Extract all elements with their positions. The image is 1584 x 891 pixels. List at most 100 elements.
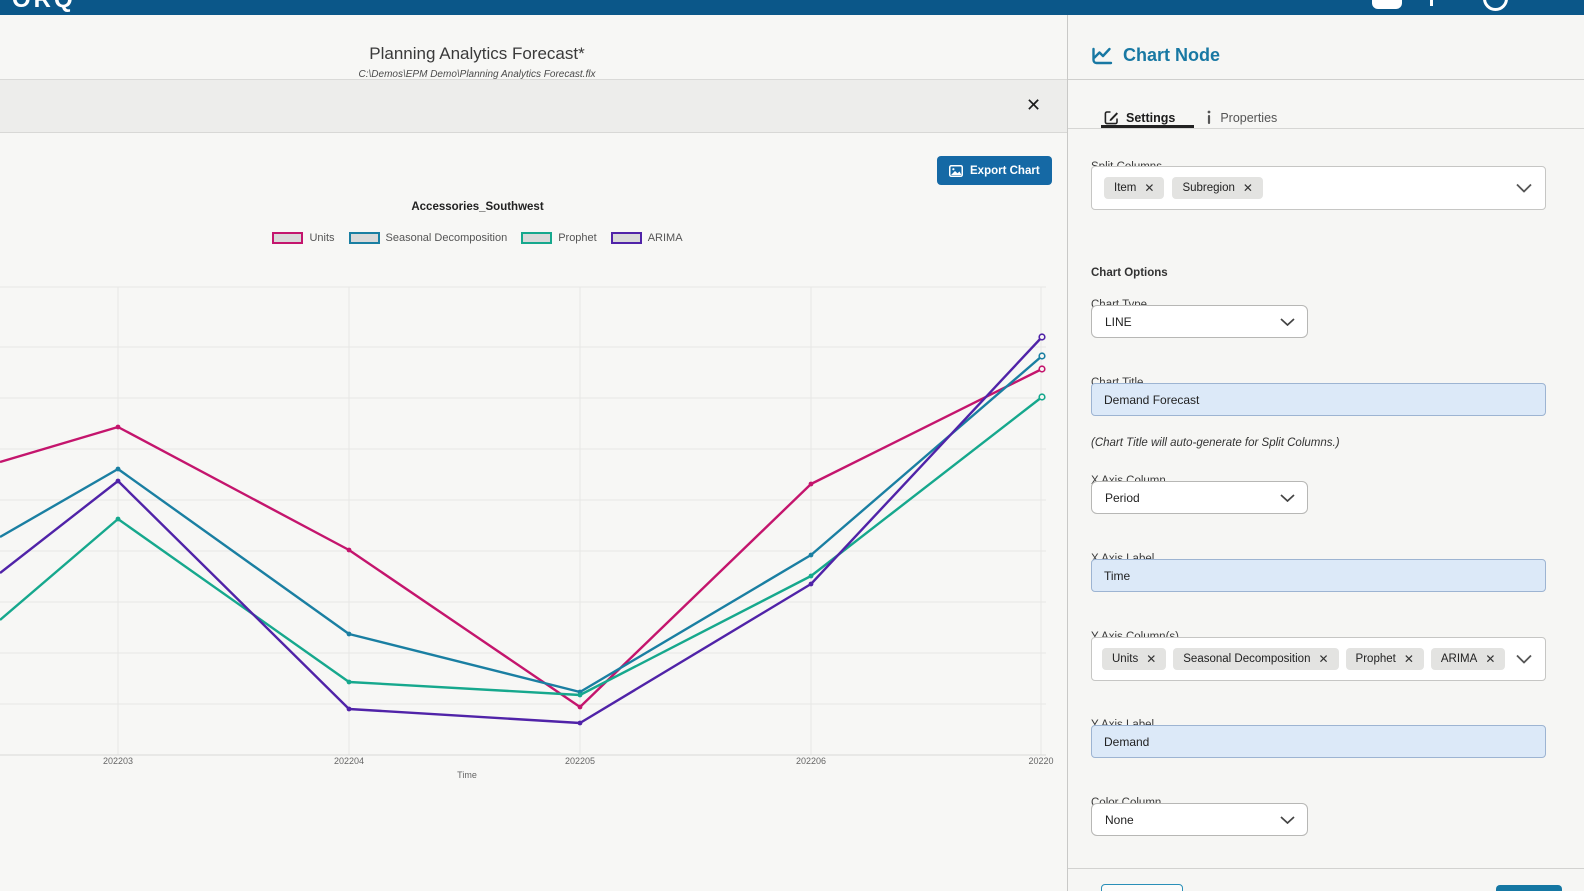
x-tick-label: 202204 bbox=[334, 756, 364, 766]
legend-swatch bbox=[610, 232, 642, 244]
chip-remove-icon[interactable]: ✕ bbox=[1144, 182, 1154, 194]
panel-tabs: Settings Properties bbox=[1104, 110, 1277, 125]
legend-swatch bbox=[521, 232, 553, 244]
chip-remove-icon[interactable]: ✕ bbox=[1243, 182, 1253, 194]
chip-item[interactable]: Item ✕ bbox=[1104, 177, 1165, 199]
y-axis-columns-select[interactable]: Units ✕ Seasonal Decomposition ✕ Prophet… bbox=[1091, 637, 1546, 681]
panel-secondary-button[interactable] bbox=[1101, 884, 1183, 891]
toolbar-card-icon[interactable] bbox=[1372, 0, 1402, 9]
chip-remove-icon[interactable]: ✕ bbox=[1146, 653, 1156, 665]
account-circle-icon[interactable] bbox=[1483, 0, 1508, 11]
edit-icon bbox=[1104, 111, 1118, 125]
legend-label: ARIMA bbox=[647, 232, 683, 244]
chart-type-value: LINE bbox=[1105, 314, 1132, 329]
data-point bbox=[577, 692, 583, 698]
series-line-seasonal-decomposition bbox=[0, 355, 1043, 694]
line-chart-icon bbox=[1092, 47, 1113, 64]
panel-header: Chart Node bbox=[1091, 45, 1220, 66]
data-point bbox=[1038, 352, 1046, 360]
data-point bbox=[115, 478, 121, 484]
divider bbox=[1068, 128, 1584, 129]
toolbar-list-icon[interactable] bbox=[1428, 0, 1454, 10]
chart-panel: 202203 202204 202205 202206 20220 Time Export… bbox=[0, 133, 1067, 891]
chip-label: Seasonal Decomposition bbox=[1183, 653, 1311, 665]
x-tick-label: 20220 bbox=[1028, 756, 1053, 766]
chip-label: Prophet bbox=[1355, 653, 1396, 665]
export-chart-button[interactable]: Export Chart bbox=[937, 156, 1052, 185]
data-point bbox=[808, 481, 814, 487]
legend-item-seasonal-decomposition[interactable]: Seasonal Decomposition bbox=[348, 232, 508, 244]
chevron-down-icon bbox=[1516, 183, 1532, 193]
data-point bbox=[346, 706, 352, 712]
close-icon[interactable]: ✕ bbox=[1026, 94, 1041, 116]
legend-item-arima[interactable]: ARIMA bbox=[610, 232, 683, 244]
document-path: C:\Demos\EPM Demo\Planning Analytics For… bbox=[358, 69, 596, 80]
data-point bbox=[115, 424, 121, 430]
color-column-value: None bbox=[1105, 812, 1134, 827]
legend-label: Units bbox=[309, 232, 335, 244]
legend-swatch bbox=[272, 232, 304, 244]
chip-label: Item bbox=[1114, 182, 1137, 194]
tab-settings-label: Settings bbox=[1126, 110, 1176, 125]
chip-remove-icon[interactable]: ✕ bbox=[1404, 653, 1414, 665]
chart-toolbar-strip: ✕ bbox=[0, 80, 1067, 133]
panel-title: Chart Node bbox=[1123, 45, 1221, 65]
data-point bbox=[346, 679, 352, 685]
chevron-down-icon bbox=[1280, 815, 1295, 824]
document-title: Planning Analytics Forecast* bbox=[369, 44, 585, 63]
chevron-down-icon bbox=[1516, 654, 1532, 664]
chip-prophet[interactable]: Prophet ✕ bbox=[1345, 648, 1424, 670]
chart-options-heading: Chart Options bbox=[1091, 267, 1168, 279]
x-tick-label: 202206 bbox=[796, 756, 826, 766]
color-column-select[interactable]: None bbox=[1091, 803, 1308, 836]
chevron-down-icon bbox=[1280, 493, 1295, 502]
data-point bbox=[808, 552, 814, 558]
series-line-arima bbox=[0, 336, 1043, 725]
info-icon bbox=[1207, 110, 1211, 124]
legend-label: Seasonal Decomposition bbox=[385, 232, 508, 244]
series-line-units bbox=[0, 367, 1043, 709]
data-point bbox=[1038, 333, 1046, 341]
chip-label: ARIMA bbox=[1440, 653, 1478, 665]
export-chart-label: Export Chart bbox=[970, 164, 1040, 177]
data-point bbox=[808, 581, 814, 587]
tab-settings[interactable]: Settings bbox=[1104, 110, 1175, 125]
app-logo: ORQ bbox=[12, 0, 76, 14]
list-icon-bar bbox=[1430, 0, 1433, 6]
chip-remove-icon[interactable]: ✕ bbox=[1318, 653, 1328, 665]
divider bbox=[1068, 868, 1584, 869]
panel-primary-button[interactable] bbox=[1496, 885, 1562, 891]
x-axis-column-select[interactable]: Period bbox=[1091, 481, 1308, 514]
x-tick-label: 202205 bbox=[565, 756, 595, 766]
series-line-prophet bbox=[0, 396, 1043, 697]
y-axis-label-input[interactable] bbox=[1091, 725, 1546, 758]
tab-properties-label: Properties bbox=[1220, 110, 1278, 125]
x-axis-label-input[interactable] bbox=[1091, 559, 1546, 592]
chip-arima[interactable]: ARIMA ✕ bbox=[1430, 648, 1506, 670]
data-point bbox=[115, 466, 121, 472]
split-columns-select[interactable]: Item ✕ Subregion ✕ bbox=[1091, 166, 1546, 210]
top-app-bar: ORQ bbox=[0, 0, 1584, 15]
image-icon bbox=[949, 164, 963, 177]
chip-units[interactable]: Units ✕ bbox=[1102, 648, 1167, 670]
legend-label: Prophet bbox=[558, 232, 597, 244]
data-point bbox=[577, 720, 583, 726]
tab-properties[interactable]: Properties bbox=[1205, 110, 1277, 125]
legend-item-units[interactable]: Units bbox=[272, 232, 335, 244]
chip-seasonal-decomposition[interactable]: Seasonal Decomposition ✕ bbox=[1173, 648, 1339, 670]
chart-title-input[interactable] bbox=[1091, 383, 1546, 416]
legend-item-prophet[interactable]: Prophet bbox=[521, 232, 597, 244]
chart-type-select[interactable]: LINE bbox=[1091, 305, 1308, 338]
chevron-down-icon bbox=[1280, 317, 1295, 326]
data-point bbox=[808, 573, 814, 579]
data-point bbox=[115, 516, 121, 522]
chip-subregion[interactable]: Subregion ✕ bbox=[1172, 177, 1263, 199]
chip-remove-icon[interactable]: ✕ bbox=[1485, 653, 1495, 665]
app-window: ORQ Planning Analytics Forecast* C:\Demo… bbox=[0, 0, 1584, 891]
data-point bbox=[346, 547, 352, 553]
data-point bbox=[1038, 365, 1046, 373]
data-point bbox=[577, 704, 583, 710]
chart-node-panel: Chart Node Settings Properties Spli bbox=[1067, 15, 1584, 891]
data-point bbox=[1038, 393, 1046, 401]
document-header: Planning Analytics Forecast* C:\Demos\EP… bbox=[0, 15, 1067, 80]
